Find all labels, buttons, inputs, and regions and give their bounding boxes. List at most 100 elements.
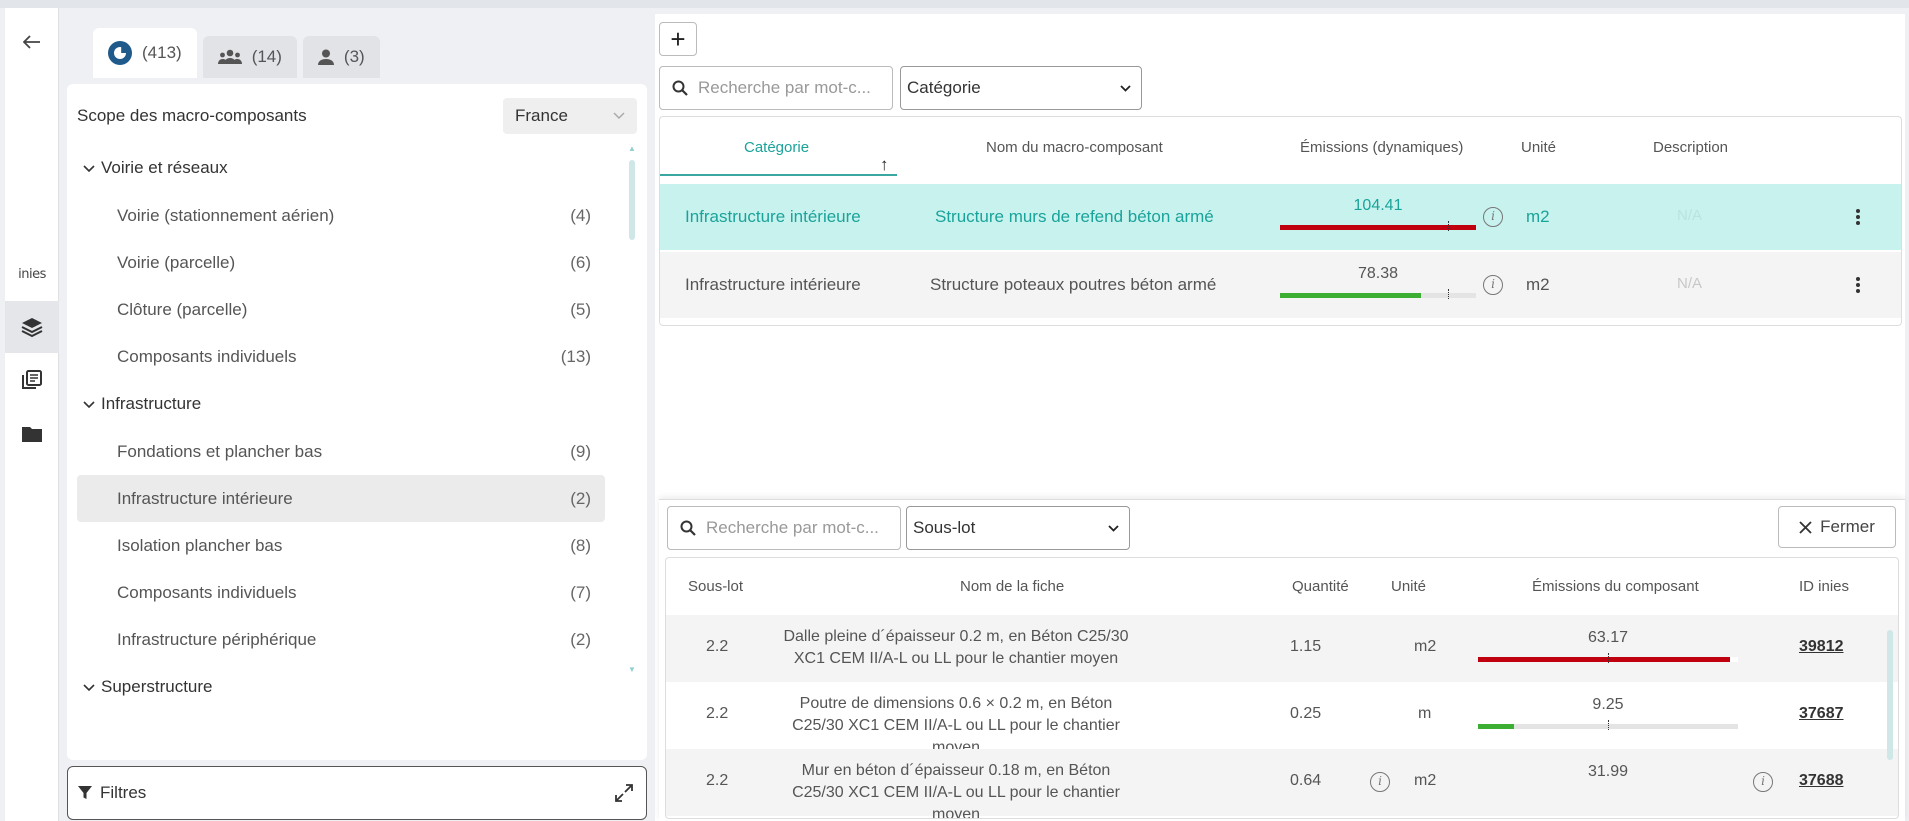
tree-item-selected[interactable]: Infrastructure intérieure (2): [77, 475, 605, 522]
cell-id-link[interactable]: 37688: [1799, 772, 1844, 790]
tree-scrollbar[interactable]: ▲ ▼: [627, 144, 637, 714]
column-header-unite[interactable]: Unité: [1391, 578, 1426, 595]
tree-item[interactable]: Isolation plancher bas (8): [77, 522, 605, 569]
components-scrollbar[interactable]: [1885, 616, 1895, 816]
table-row[interactable]: 2.2 Dalle pleine d´épaisseur 0.2 m, en B…: [666, 615, 1898, 682]
tree-group-label: Voirie et réseaux: [101, 158, 228, 177]
cell-nom: Mur en béton d´épaisseur 0.18 m, en Béto…: [792, 762, 1120, 819]
left-rail: inies: [5, 8, 59, 821]
emissions-track: [1478, 720, 1738, 730]
scope-select[interactable]: France: [503, 98, 637, 134]
folder-nav-button[interactable]: [5, 408, 59, 460]
search-input[interactable]: Recherche par mot-c...: [659, 66, 893, 110]
tree-item-label: Voirie (parcelle): [117, 252, 236, 272]
table-row[interactable]: 2.2 Mur en béton d´épaisseur 0.18 m, en …: [666, 749, 1898, 819]
tree-item[interactable]: Voirie (parcelle) (6): [77, 239, 605, 286]
tab-groups[interactable]: (14): [202, 36, 297, 78]
cell-quantite: 1.15: [1290, 638, 1322, 655]
column-header-souslot[interactable]: Sous-lot: [688, 578, 743, 595]
column-header-emissions[interactable]: Émissions (dynamiques): [1300, 139, 1463, 156]
category-select[interactable]: Catégorie: [900, 66, 1142, 110]
add-button[interactable]: +: [659, 22, 697, 56]
back-button[interactable]: [5, 16, 59, 68]
library-icon: [22, 370, 42, 389]
tree-item-count: (5): [570, 299, 591, 319]
emissions-bar: [1478, 724, 1515, 729]
scroll-thumb[interactable]: [629, 160, 635, 240]
tree-item-label: Infrastructure intérieure: [117, 488, 293, 508]
column-header-quantite[interactable]: Quantité: [1292, 578, 1349, 595]
more-vert-icon[interactable]: [1856, 207, 1862, 227]
info-icon[interactable]: i: [1753, 772, 1773, 792]
emissions-value: 9.25: [1592, 696, 1624, 713]
search-placeholder: Recherche par mot-c...: [706, 518, 879, 537]
cell-quantite: 0.64: [1290, 772, 1322, 789]
column-header-emissions[interactable]: Émissions du composant: [1532, 578, 1699, 595]
category-tree: Voirie et réseaux Voirie (stationnement …: [77, 144, 619, 714]
souslot-select-value: Sous-lot: [913, 518, 976, 537]
scope-tabs: (413) (14) (3): [93, 28, 380, 84]
table-row[interactable]: Infrastructure intérieure Structure murs…: [660, 184, 1901, 250]
layers-nav-button[interactable]: [5, 301, 59, 353]
table-header: Sous-lot Nom de la fiche Quantité Unité …: [666, 558, 1898, 614]
close-button[interactable]: Fermer: [1778, 506, 1896, 548]
column-header-id[interactable]: ID inies: [1799, 578, 1849, 595]
column-header-nom[interactable]: Nom du macro-composant: [986, 139, 1163, 156]
emissions-track: [1280, 221, 1476, 231]
tree-group-voirie[interactable]: Voirie et réseaux: [77, 144, 619, 192]
table-row[interactable]: Infrastructure intérieure Structure pote…: [660, 252, 1901, 318]
tree-item[interactable]: Infrastructure périphérique (2): [77, 616, 605, 663]
detail-panel: Recherche par mot-c... Sous-lot Fermer S…: [659, 499, 1905, 821]
expand-icon[interactable]: [614, 783, 634, 803]
tree-group-superstructure[interactable]: Superstructure: [77, 663, 619, 711]
tree-item[interactable]: Clôture (parcelle) (5): [77, 286, 605, 333]
group-icon: [217, 49, 242, 64]
cell-id-link[interactable]: 37687: [1799, 705, 1844, 723]
table-row[interactable]: 2.2 Poutre de dimensions 0.6 × 0.2 m, en…: [666, 682, 1898, 756]
more-vert-icon[interactable]: [1856, 275, 1862, 295]
column-header-nom[interactable]: Nom de la fiche: [960, 578, 1064, 595]
scroll-thumb[interactable]: [1887, 630, 1893, 760]
souslot-select[interactable]: Sous-lot: [906, 506, 1130, 550]
tab-personal[interactable]: (3): [302, 36, 380, 78]
cell-unite: m2: [1414, 638, 1437, 655]
filters-left: Filtres: [78, 783, 146, 803]
info-icon[interactable]: i: [1370, 772, 1390, 792]
tree-item[interactable]: Fondations et plancher bas (9): [77, 428, 605, 475]
column-header-categorie[interactable]: Catégorie: [744, 139, 809, 156]
info-icon[interactable]: i: [1483, 207, 1503, 227]
emissions-reference-tick: [1448, 221, 1449, 231]
tree-card: Scope des macro-composants France Voirie…: [67, 84, 647, 760]
scroll-down-icon[interactable]: ▼: [627, 665, 637, 674]
library-nav-button[interactable]: [5, 354, 59, 406]
tab-macro-components[interactable]: (413): [93, 28, 197, 78]
column-header-unite[interactable]: Unité: [1521, 139, 1556, 156]
filters-label: Filtres: [100, 783, 147, 802]
tree-item-label: Fondations et plancher bas: [117, 441, 323, 461]
chevron-down-icon: [77, 680, 101, 695]
tree-item[interactable]: Composants individuels (7): [77, 569, 605, 616]
emissions-value: 31.99: [1587, 763, 1629, 780]
scope-label: Scope des macro-composants: [77, 106, 307, 125]
tree-item-label: Infrastructure périphérique: [117, 629, 317, 649]
filters-bar[interactable]: Filtres: [67, 766, 647, 820]
tree-item-label: Clôture (parcelle): [117, 299, 248, 319]
tree-item[interactable]: Voirie (stationnement aérien) (4): [77, 192, 605, 239]
close-label: Fermer: [1820, 517, 1875, 536]
inies-nav-button[interactable]: inies: [5, 248, 59, 300]
detail-search-input[interactable]: Recherche par mot-c...: [667, 506, 901, 550]
column-header-description[interactable]: Description: [1653, 139, 1728, 156]
chevron-down-icon: [77, 397, 101, 412]
tree-group-infrastructure[interactable]: Infrastructure: [77, 380, 619, 428]
cell-id-link[interactable]: 39812: [1799, 638, 1844, 656]
chevron-down-icon: [613, 112, 625, 120]
info-icon[interactable]: i: [1483, 275, 1503, 295]
tree-item-count: (8): [570, 535, 591, 555]
sort-arrow-icon[interactable]: ↑: [880, 155, 889, 175]
close-icon: [1799, 520, 1812, 534]
tree-group-label: Superstructure: [101, 677, 213, 696]
scope-value: France: [515, 106, 568, 125]
tree-item[interactable]: Composants individuels (13): [77, 333, 605, 380]
tree-item-count: (2): [570, 488, 591, 508]
scroll-up-icon[interactable]: ▲: [627, 144, 637, 153]
